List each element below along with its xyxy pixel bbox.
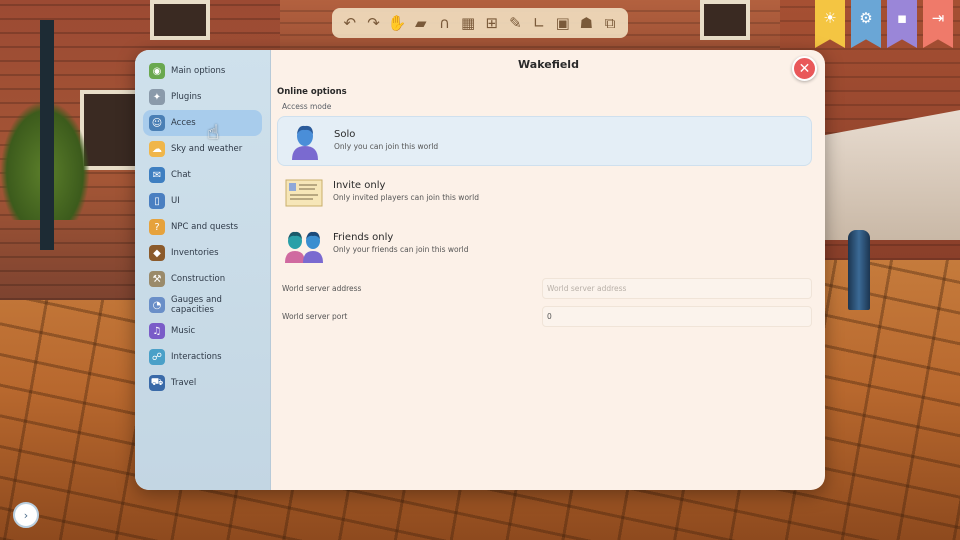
option-label: Invite only bbox=[333, 180, 386, 191]
save-icon[interactable]: ▣ bbox=[553, 13, 573, 33]
sidebar-item-label: Travel bbox=[171, 378, 197, 388]
solo-avatar-icon bbox=[286, 124, 324, 160]
world-settings-icon: ⚙ bbox=[859, 9, 873, 27]
inventories-icon: ◆ bbox=[149, 245, 165, 261]
sidebar-item-interactions[interactable]: ☍ Interactions bbox=[143, 344, 262, 370]
add-block-icon[interactable]: ⊞ bbox=[482, 13, 502, 33]
option-description: Only you can join this world bbox=[334, 142, 439, 151]
sidebar-item-label: Inventories bbox=[171, 248, 219, 258]
expand-panel-button[interactable]: › bbox=[13, 502, 39, 528]
settings-content: Wakefield Online options Access mode Sol… bbox=[272, 50, 825, 490]
sidebar-item-label: Plugins bbox=[171, 92, 202, 102]
access-icon: ☺ bbox=[149, 115, 165, 131]
main-options-icon: ◉ bbox=[149, 63, 165, 79]
sidebar-item-plugins[interactable]: ✦ Plugins bbox=[143, 84, 262, 110]
house-window bbox=[150, 0, 210, 40]
sidebar-item-label: Gauges and capacities bbox=[171, 295, 222, 315]
section-title: Online options bbox=[277, 87, 347, 97]
sidebar-item-main-options[interactable]: ◉ Main options bbox=[143, 58, 262, 84]
street-lamp bbox=[40, 20, 54, 250]
section-subtitle: Access mode bbox=[282, 102, 332, 111]
server-port-label: World server port bbox=[282, 312, 348, 321]
eraser-icon[interactable]: ▰ bbox=[411, 13, 431, 33]
sky-weather-icon: ☁ bbox=[149, 141, 165, 157]
friends-avatars-icon bbox=[285, 227, 323, 263]
sidebar-item-label: Music bbox=[171, 326, 196, 336]
sidebar-item-label: Construction bbox=[171, 274, 226, 284]
chat-icon: ✉ bbox=[149, 167, 165, 183]
npc-quests-icon: ? bbox=[149, 219, 165, 235]
construction-icon: ⚒ bbox=[149, 271, 165, 287]
sidebar-item-music[interactable]: ♫ Music bbox=[143, 318, 262, 344]
dialog-title: Wakefield bbox=[518, 58, 579, 71]
sidebar-item-construction[interactable]: ⚒ Construction bbox=[143, 266, 262, 292]
ruler-icon[interactable]: ∟ bbox=[529, 13, 549, 33]
server-address-label: World server address bbox=[282, 284, 362, 293]
editor-toolbar: ↶ ↷ ✋ ▰ ∩ ▦ ⊞ ✎ ∟ ▣ ☗ ⧉ bbox=[332, 8, 628, 38]
option-description: Only your friends can join this world bbox=[333, 245, 469, 254]
sidebar-item-chat[interactable]: ✉ Chat bbox=[143, 162, 262, 188]
sidebar-item-label: NPC and quests bbox=[171, 222, 239, 232]
gauges-icon: ◔ bbox=[149, 297, 165, 313]
weather-sun-icon: ☀ bbox=[823, 9, 837, 27]
server-port-input[interactable] bbox=[542, 306, 812, 327]
music-icon: ♫ bbox=[149, 323, 165, 339]
invitation-letter-icon bbox=[285, 175, 323, 211]
magnet-icon[interactable]: ∩ bbox=[434, 13, 454, 33]
access-option-friends-only[interactable]: Friends only Only your friends can join … bbox=[277, 220, 812, 270]
sidebar-item-travel[interactable]: ⛟ Travel bbox=[143, 370, 262, 396]
grid-icon[interactable]: ▦ bbox=[458, 13, 478, 33]
server-address-input[interactable] bbox=[542, 278, 812, 299]
option-label: Solo bbox=[334, 129, 356, 140]
eyedropper-icon[interactable]: ✎ bbox=[505, 13, 525, 33]
option-description: Only invited players can join this world bbox=[333, 193, 479, 202]
option-label: Friends only bbox=[333, 232, 394, 243]
sidebar-item-npc-and-quests[interactable]: ? NPC and quests bbox=[143, 214, 262, 240]
close-button[interactable]: ✕ bbox=[792, 56, 817, 81]
access-option-solo[interactable]: Solo Only you can join this world bbox=[277, 116, 812, 166]
travel-icon: ⛟ bbox=[149, 375, 165, 391]
dice-icon: ▪ bbox=[896, 9, 908, 27]
world-settings-dialog: ◉ Main options ✦ Plugins ☺ Acces ☁ Sky and weat… bbox=[135, 50, 825, 490]
sidebar-item-gauges-and-capacities[interactable]: ◔ Gauges and capacities bbox=[143, 292, 262, 318]
undo-icon[interactable]: ↶ bbox=[340, 13, 360, 33]
sidebar-item-ui[interactable]: ▯ UI bbox=[143, 188, 262, 214]
sidebar-item-label: Sky and weather bbox=[171, 144, 243, 154]
ui-icon: ▯ bbox=[149, 193, 165, 209]
street-post bbox=[848, 230, 870, 310]
nodes-icon[interactable]: ⧉ bbox=[600, 13, 620, 33]
house-window bbox=[700, 0, 750, 40]
sidebar-item-label: Main options bbox=[171, 66, 226, 76]
exit-icon: ⇥ bbox=[931, 9, 945, 27]
hand-icon[interactable]: ✋ bbox=[387, 13, 407, 33]
sidebar-item-label: Chat bbox=[171, 170, 191, 180]
pointer-hand-icon: ☝ bbox=[207, 120, 220, 144]
sidebar-item-label: Interactions bbox=[171, 352, 222, 362]
sidebar-item-acces[interactable]: ☺ Acces bbox=[143, 110, 262, 136]
ghost-icon[interactable]: ☗ bbox=[576, 13, 596, 33]
sidebar-item-label: UI bbox=[171, 196, 180, 206]
access-option-invite-only[interactable]: Invite only Only invited players can joi… bbox=[277, 168, 812, 218]
sidebar-item-label: Acces bbox=[171, 118, 196, 128]
sidebar-item-inventories[interactable]: ◆ Inventories bbox=[143, 240, 262, 266]
redo-icon[interactable]: ↷ bbox=[363, 13, 383, 33]
settings-sidebar: ◉ Main options ✦ Plugins ☺ Acces ☁ Sky and weat… bbox=[135, 50, 271, 490]
plugins-icon: ✦ bbox=[149, 89, 165, 105]
interactions-icon: ☍ bbox=[149, 349, 165, 365]
sidebar-item-sky-and-weather[interactable]: ☁ Sky and weather bbox=[143, 136, 262, 162]
